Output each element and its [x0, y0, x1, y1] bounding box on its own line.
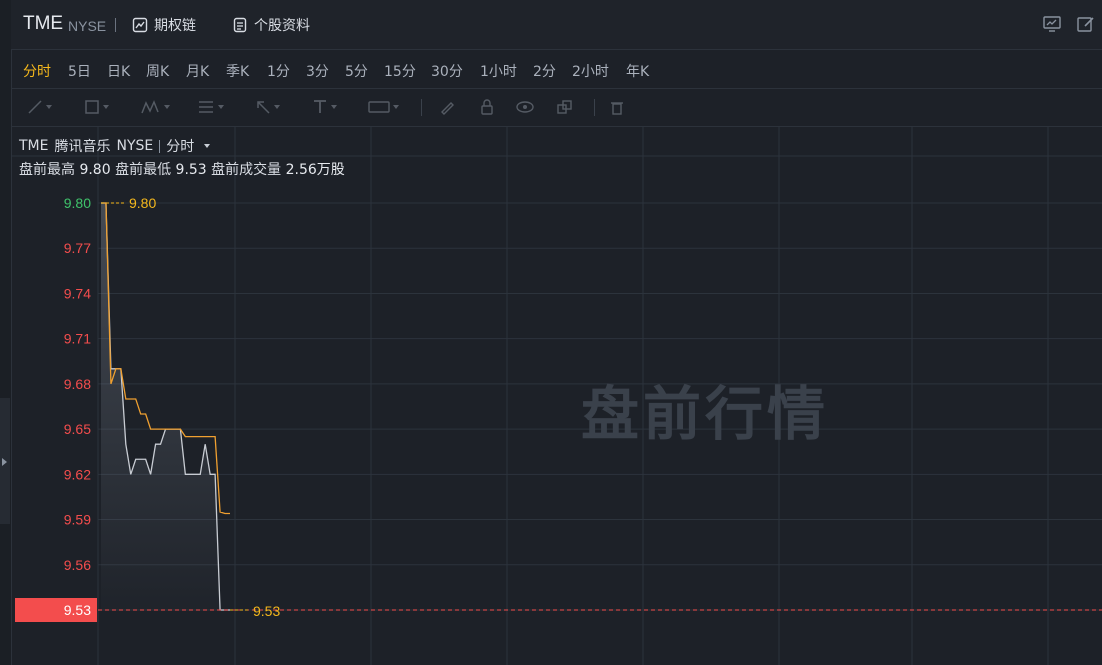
document-icon: [233, 17, 247, 33]
arrow-icon: [257, 101, 270, 114]
y-axis-tick-label: 9.62: [64, 466, 91, 482]
premarket-high-value: 9.80: [79, 162, 111, 178]
period-tabs: 分时 5日 日K 周K 月K 季K 1分 3分 5分 15分 30分 1小时 2分 2小时 年K: [11, 50, 1102, 89]
drawing-toolbar: [11, 89, 1102, 127]
eye-icon: [516, 101, 534, 113]
edit-icon[interactable]: [1076, 14, 1096, 34]
high-marker-label: 9.80: [129, 195, 156, 211]
period-tab[interactable]: 30分: [431, 61, 463, 81]
period-tab[interactable]: 3分: [306, 61, 329, 81]
pattern-tool[interactable]: [141, 98, 170, 116]
options-chart-icon: [132, 17, 148, 33]
chevron-down-icon[interactable]: [204, 144, 211, 148]
wave-pattern-icon: [141, 100, 159, 114]
pencil-tool[interactable]: [439, 98, 455, 116]
top-toolbar: TME NYSE 期权链 个股资料: [11, 0, 1102, 50]
period-tab[interactable]: 2分: [533, 61, 556, 81]
y-axis-tick-label: 9.65: [64, 421, 91, 437]
y-axis-tick-label: 9.77: [64, 240, 91, 256]
layers-icon: [557, 100, 572, 114]
legend-name: 腾讯音乐: [54, 139, 111, 155]
period-tab[interactable]: 周K: [146, 61, 169, 81]
period-tab[interactable]: 1小时: [480, 61, 517, 81]
divider: [159, 139, 161, 153]
delete-tool[interactable]: [609, 98, 625, 116]
label-tool[interactable]: [368, 98, 399, 116]
copy-tool[interactable]: [556, 98, 574, 116]
period-tab[interactable]: 15分: [384, 61, 416, 81]
rectangle-icon: [85, 100, 99, 114]
trash-icon: [611, 102, 623, 115]
text-tool[interactable]: [312, 98, 337, 116]
price-area-fill: [101, 203, 230, 610]
legend-ticker: TME: [19, 138, 49, 154]
premarket-low-label: 盘前最低: [115, 162, 172, 178]
period-tab[interactable]: 季K: [226, 61, 249, 81]
line-draw-icon: [28, 100, 42, 114]
period-tab[interactable]: 分时: [23, 61, 51, 81]
exchange-label: NYSE: [68, 18, 107, 34]
period-tab[interactable]: 2小时: [572, 61, 609, 81]
arrow-tool[interactable]: [255, 98, 280, 116]
y-axis-tick-label: 9.59: [64, 512, 91, 528]
legend-exchange: NYSE: [116, 138, 154, 154]
lock-tool[interactable]: [479, 98, 495, 116]
period-tab[interactable]: 5日: [68, 61, 91, 81]
fibonacci-icon: [199, 101, 213, 113]
y-axis-tick-label: 9.56: [64, 557, 91, 573]
price-chart[interactable]: 9.80 9.77 9.74 9.71 9.68 9.65 9.62 9.59 9.56 9.53…: [11, 127, 1102, 665]
y-axis-tick-label: 9.74: [64, 285, 91, 301]
premarket-high-label: 盘前最高: [19, 162, 75, 178]
premarket-watermark: 盘前行情: [581, 380, 830, 448]
price-label-icon: [368, 101, 390, 113]
pencil-icon: [441, 102, 454, 115]
ticker-symbol: TME: [23, 13, 64, 34]
text-icon: [314, 100, 326, 113]
premarket-stats: 盘前最高 9.80 盘前最低 9.53 盘前成交量 2.56万股: [19, 159, 345, 179]
divider: [115, 18, 116, 32]
rect-tool[interactable]: [84, 98, 109, 116]
lock-icon: [481, 99, 493, 115]
collapse-handle[interactable]: [0, 398, 10, 524]
premarket-volume-value: 2.56万股: [285, 162, 345, 178]
period-tab[interactable]: 5分: [345, 61, 368, 81]
options-chain-button[interactable]: 期权链: [132, 14, 196, 36]
y-axis-tick-label: 9.68: [64, 376, 91, 392]
period-tab[interactable]: 月K: [186, 61, 209, 81]
line-tool[interactable]: [27, 98, 52, 116]
y-axis-tick-label: 9.71: [64, 331, 91, 347]
legend-mode[interactable]: 分时: [166, 136, 194, 156]
premarket-volume-label: 盘前成交量: [211, 162, 282, 178]
period-tab[interactable]: 年K: [626, 61, 649, 81]
chart-area[interactable]: 9.80 9.77 9.74 9.71 9.68 9.65 9.62 9.59 9.56 9.53…: [11, 127, 1102, 665]
y-axis-tick-label: 9.80: [64, 195, 91, 211]
premarket-low-value: 9.53: [175, 162, 207, 178]
fib-tool[interactable]: [197, 98, 224, 116]
y-axis-tick-label: 9.53: [64, 602, 91, 618]
visibility-tool[interactable]: [515, 98, 535, 116]
monitor-chart-icon[interactable]: [1042, 14, 1062, 34]
low-marker-label: 9.53: [253, 603, 280, 619]
period-tab[interactable]: 日K: [107, 61, 130, 81]
divider: [594, 99, 595, 116]
company-profile-button[interactable]: 个股资料: [232, 14, 310, 36]
divider: [421, 99, 422, 116]
options-chain-label: 期权链: [154, 18, 196, 34]
period-tab[interactable]: 1分: [267, 61, 290, 81]
company-profile-label: 个股资料: [254, 18, 310, 34]
chart-legend-title: TME 腾讯音乐 NYSE 分时: [19, 136, 211, 156]
